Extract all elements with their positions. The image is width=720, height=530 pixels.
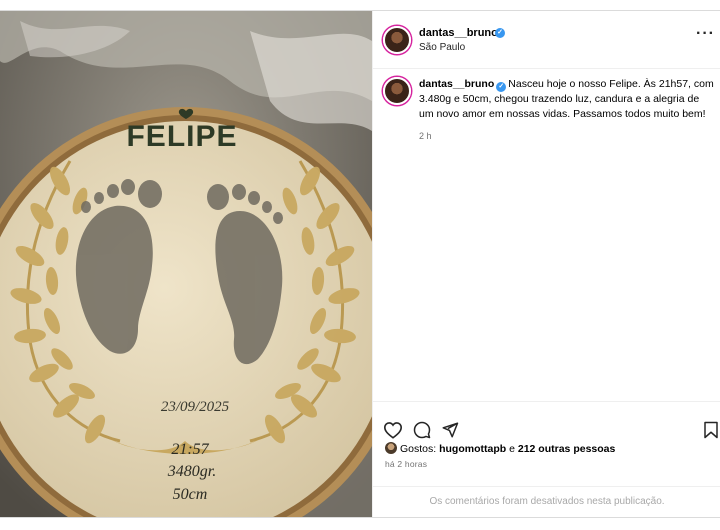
post-header: dantas__bruno ✓ São Paulo ··· (373, 11, 720, 69)
likes-summary[interactable]: Gostos: hugomottapb e 212 outras pessoas (385, 442, 615, 455)
caption-verified-icon: ✓ (496, 82, 507, 92)
caption-username[interactable]: dantas__bruno (419, 78, 494, 90)
liker-avatar (385, 442, 397, 454)
bookmark-icon[interactable] (703, 421, 719, 439)
comments-disabled-notice: Os comentários foram desativados nesta p… (373, 486, 720, 518)
heart-icon[interactable] (383, 421, 403, 439)
caption-block: dantas__bruno ✓ Nasceu hoje o nosso Felipe… (373, 69, 720, 401)
embroidery-weight: 3480gr. (167, 463, 216, 480)
post-location[interactable]: São Paulo (419, 42, 465, 53)
embroidery-time: 21:57 (171, 441, 209, 458)
likes-prefix: Gostos: (400, 443, 440, 455)
author-username[interactable]: dantas__bruno (419, 27, 498, 39)
caption-avatar[interactable] (383, 77, 411, 105)
caption-timestamp: 2 h (419, 131, 432, 141)
embroidery-date: 23/09/2025 (161, 399, 230, 415)
more-options-icon[interactable]: ··· (696, 25, 715, 43)
author-avatar[interactable] (383, 26, 411, 54)
likes-others[interactable]: 212 outras pessoas (518, 443, 615, 455)
verified-badge-icon: ✓ (495, 28, 505, 38)
post-photo[interactable]: FELIPE 23/09/2025 21:57 3480gr. 50cm (0, 11, 372, 517)
post-timestamp[interactable]: há 2 horas (385, 459, 427, 469)
embroidery-name: FELIPE (126, 120, 237, 153)
liker-username[interactable]: hugomottapb (439, 443, 506, 455)
post-caption: dantas__bruno ✓ Nasceu hoje o nosso Felipe… (419, 77, 715, 122)
post-dialog: FELIPE 23/09/2025 21:57 3480gr. 50cm dan… (0, 10, 720, 518)
send-icon[interactable] (441, 421, 459, 439)
likes-middle: e (506, 443, 518, 455)
post-side-panel: dantas__bruno ✓ São Paulo ··· dantas__br… (372, 11, 720, 517)
post-actions: Gostos: hugomottapb e 212 outras pessoas… (373, 401, 720, 517)
embroidery-length: 50cm (173, 486, 208, 503)
comment-icon[interactable] (413, 421, 431, 439)
